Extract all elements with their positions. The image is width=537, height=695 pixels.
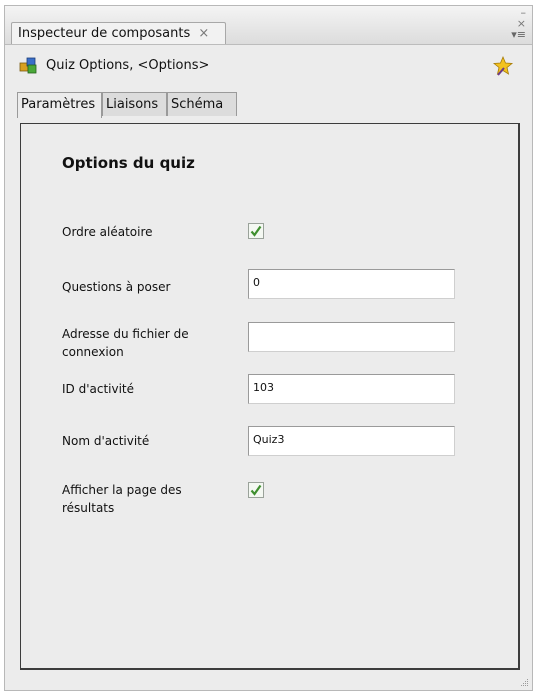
tab-parametres[interactable]: Paramètres — [17, 92, 102, 118]
component-header: Quiz Options, <Options> — [19, 55, 522, 77]
activity-name-label: Nom d'activité — [62, 434, 150, 448]
activity-name-input[interactable]: Quiz3 — [248, 426, 455, 456]
section-title: Options du quiz — [62, 154, 195, 172]
questions-input[interactable]: 0 — [248, 269, 455, 299]
component-title: Quiz Options, <Options> — [46, 58, 210, 73]
tab-schema[interactable]: Schéma — [167, 92, 237, 116]
checkmark-icon — [250, 225, 262, 237]
close-icon[interactable]: × — [198, 26, 209, 41]
questions-label: Questions à poser — [62, 280, 171, 294]
checkmark-icon — [250, 484, 262, 496]
activity-id-label: ID d'activité — [62, 382, 135, 396]
tab-component-inspector[interactable]: Inspecteur de composants × — [11, 22, 226, 44]
login-file-label: Adresse du fichier de connexion — [62, 327, 189, 359]
panel-menu-icon[interactable]: ▾≡ — [511, 28, 526, 41]
show-results-checkbox[interactable] — [248, 482, 264, 498]
tab-label: Inspecteur de composants — [18, 26, 191, 41]
random-order-label: Ordre aléatoire — [62, 225, 153, 239]
activity-id-input[interactable]: 103 — [248, 374, 455, 404]
tab-liaisons[interactable]: Liaisons — [102, 92, 167, 116]
star-wand-icon[interactable] — [492, 55, 514, 77]
parameters-pane: Options du quiz Ordre aléatoire Question… — [20, 123, 520, 670]
random-order-checkbox[interactable] — [248, 223, 264, 239]
component-cubes-icon — [19, 57, 37, 74]
window-controls: – × — [510, 7, 526, 29]
panel-title-bar: Inspecteur de composants × – × ▾≡ — [5, 6, 532, 45]
login-file-input[interactable] — [248, 322, 455, 352]
resize-grip-icon[interactable] — [519, 677, 529, 687]
component-inspector-panel: Inspecteur de composants × – × ▾≡ Quiz O… — [4, 5, 533, 691]
show-results-label: Afficher la page des résultats — [62, 483, 182, 515]
